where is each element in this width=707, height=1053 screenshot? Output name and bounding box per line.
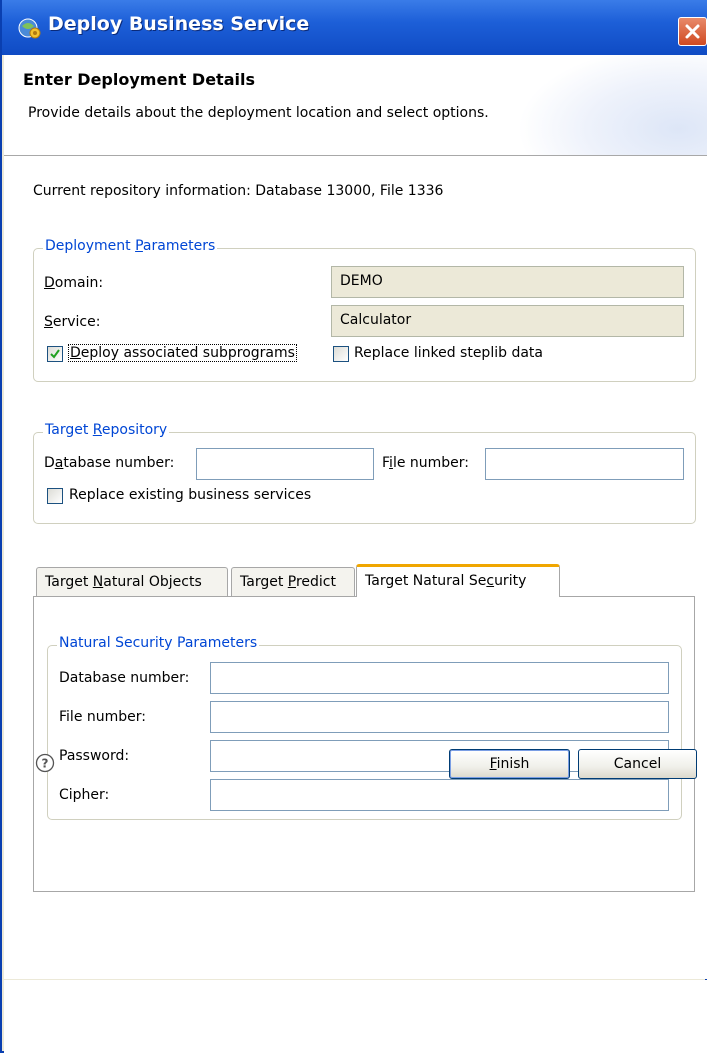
title-bar[interactable]: Deploy Business Service — [2, 0, 707, 55]
ns-cipher-input[interactable] — [210, 779, 669, 811]
deploy-subprograms-checkbox[interactable] — [47, 346, 63, 362]
repo-file-label: File number: — [382, 455, 470, 471]
natural-security-legend: Natural Security Parameters — [57, 635, 260, 651]
replace-steplib-checkbox[interactable] — [333, 346, 349, 362]
ns-password-label: Password: — [59, 748, 130, 764]
repository-info-text: Current repository information: Database… — [33, 183, 444, 199]
ns-file-label: File number: — [59, 709, 146, 725]
repo-database-input[interactable] — [196, 448, 374, 480]
ns-database-label: Database number: — [59, 670, 190, 686]
help-icon[interactable]: ? — [35, 753, 55, 773]
checkmark-icon — [50, 349, 60, 359]
ns-cipher-label: Cipher: — [59, 787, 110, 803]
close-icon — [685, 24, 700, 39]
ns-file-input[interactable] — [210, 701, 669, 733]
replace-services-checkbox[interactable] — [47, 488, 63, 504]
tab-target-natural-security[interactable]: Target Natural Security — [356, 564, 560, 597]
page-title: Enter Deployment Details — [23, 70, 255, 89]
page-description: Provide details about the deployment loc… — [28, 105, 489, 121]
deploy-subprograms-label[interactable]: Deploy associated subprograms — [68, 344, 297, 362]
cancel-button[interactable]: Cancel — [578, 749, 697, 779]
tab-target-natural-objects[interactable]: Target Natural Objects — [36, 567, 228, 597]
close-button[interactable] — [678, 17, 707, 46]
repo-file-input[interactable] — [485, 448, 684, 480]
deployment-parameters-legend: Deployment Parameters — [43, 238, 218, 254]
replace-steplib-label[interactable]: Replace linked steplib data — [354, 345, 543, 361]
finish-button[interactable]: Finish — [449, 749, 570, 779]
dialog-window: Deploy Business Service Enter Deployment… — [0, 0, 707, 1053]
ns-database-input[interactable] — [210, 662, 669, 694]
window-title: Deploy Business Service — [48, 13, 310, 35]
dialog-footer — [4, 980, 707, 1053]
app-icon — [18, 18, 41, 39]
header-banner-graphic — [517, 55, 707, 155]
domain-label: Domain: — [44, 275, 104, 291]
wizard-header: Enter Deployment Details Provide details… — [4, 55, 707, 156]
service-label: Service: — [44, 314, 101, 330]
replace-services-label[interactable]: Replace existing business services — [69, 487, 311, 503]
svg-text:?: ? — [42, 757, 49, 771]
target-repository-legend: Target Repository — [43, 422, 170, 438]
service-field[interactable]: Calculator — [331, 305, 684, 337]
tab-target-predict[interactable]: Target Predict — [231, 567, 355, 597]
domain-field[interactable]: DEMO — [331, 266, 684, 298]
repo-database-label: Database number: — [44, 455, 175, 471]
